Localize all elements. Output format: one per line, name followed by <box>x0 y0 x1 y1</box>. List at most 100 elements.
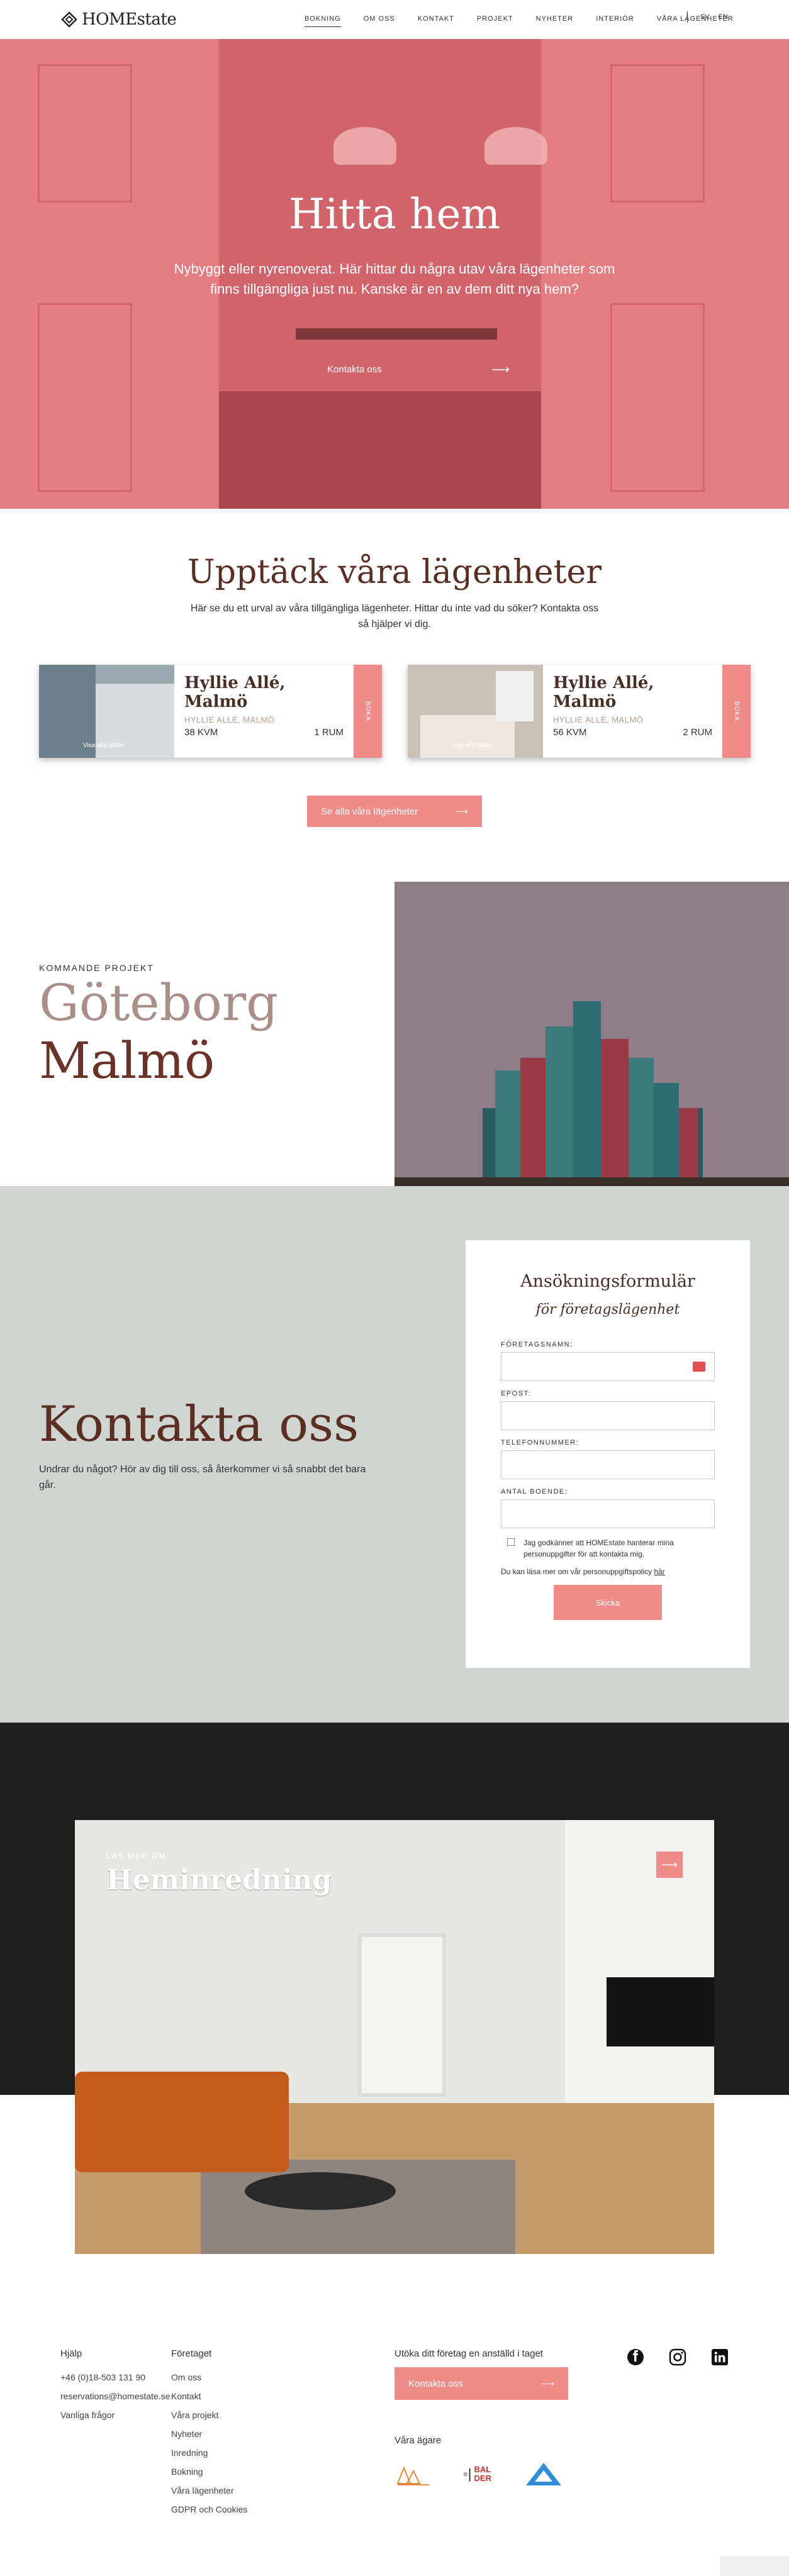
language-divider <box>687 11 688 23</box>
pendant-lamp-right <box>484 127 547 165</box>
lang-en[interactable]: EN <box>719 13 728 21</box>
policy-link[interactable]: här <box>654 1567 664 1576</box>
hero-section: Hitta hem Nybyggt eller nyrenoverat. Här… <box>0 39 789 509</box>
hero-floor <box>219 391 541 509</box>
residents-field[interactable] <box>501 1499 715 1528</box>
logo[interactable]: HOMEstate <box>60 10 177 29</box>
menu-item-projekt[interactable]: PROJEKT <box>477 15 513 27</box>
lang-sv[interactable]: SV <box>700 13 710 21</box>
form-title: Ansökningsformulär <box>520 1272 695 1291</box>
see-all-apartments-button[interactable]: Se alla våra lägenheter ⟶ <box>307 796 482 827</box>
footer-link-lagenheter[interactable]: Våra lägenheter <box>171 2485 234 2496</box>
card-rooms: 1 RUM <box>314 727 344 738</box>
footer-link-projekt[interactable]: Våra projekt <box>171 2410 218 2420</box>
residents-label: ANTAL BOENDE: <box>501 1488 568 1496</box>
arrow-right-icon: ⟶ <box>454 806 468 817</box>
footer-link-inredning[interactable]: Inredning <box>171 2448 208 2458</box>
footer-link-gdpr[interactable]: GDPR och Cookies <box>171 2504 247 2514</box>
application-form: Ansökningsformulär för företagslägenhet … <box>466 1240 750 1668</box>
facebook-icon[interactable] <box>627 2348 644 2366</box>
pendant-lamp-left <box>333 127 396 165</box>
company-name-label: FÖRETAGSNAMN: <box>501 1341 573 1348</box>
interior-arrow-button[interactable]: ⟶ <box>656 1852 683 1878</box>
hero-door-left <box>38 64 132 203</box>
footer-link-om-oss[interactable]: Om oss <box>171 2372 201 2382</box>
footer-phone-link[interactable]: +46 (0)18-503 131 90 <box>60 2372 145 2382</box>
footer-contact-label: Kontakta oss <box>408 2378 463 2389</box>
footer-contact-button[interactable]: Kontakta oss ⟶ <box>394 2367 568 2400</box>
consent-checkbox[interactable] <box>507 1538 515 1546</box>
interior-kicker: LÄS MER OM <box>106 1852 167 1860</box>
consent-text: Jag godkänner att HOMEstate hanterar min… <box>523 1538 674 1558</box>
phone-field[interactable] <box>501 1450 715 1479</box>
footer-link-bokning[interactable]: Bokning <box>171 2467 203 2477</box>
book-tab[interactable]: BOKA <box>354 665 382 758</box>
menu-item-nyheter[interactable]: NYHETER <box>536 15 574 27</box>
apartment-card[interactable]: Visa alla bilder Hyllie Allé, Malmö HYLL… <box>39 665 382 758</box>
interior-sofa <box>75 2072 289 2172</box>
menu-item-om-oss[interactable]: OM OSS <box>364 15 395 27</box>
arrow-right-icon: ⟶ <box>540 2379 554 2389</box>
owner-logo-2[interactable]: ◦| BAL DER <box>463 2462 501 2487</box>
logo-text: HOMEstate <box>82 10 177 29</box>
project-city-goteborg[interactable]: Göteborg <box>39 974 278 1032</box>
footer-link-nyheter[interactable]: Nyheter <box>171 2429 202 2439</box>
card-title: Hyllie Allé, Malmö <box>553 674 654 711</box>
owner-logo-1[interactable] <box>394 2462 432 2487</box>
card-size: 38 KVM <box>184 727 218 738</box>
building-illustration <box>394 882 789 1186</box>
contact-title: Kontakta oss <box>39 1396 359 1453</box>
hero-door-right <box>610 64 705 203</box>
project-city-malmo[interactable]: Malmö <box>39 1031 215 1090</box>
card-body: Hyllie Allé, Malmö HYLLIE ALLÉ, MALMÖ 38… <box>174 665 354 758</box>
menu-item-kontakt[interactable]: KONTAKT <box>418 15 454 27</box>
interior-title[interactable]: Heminredning <box>106 1864 332 1896</box>
submit-button[interactable]: Skicka <box>554 1585 662 1620</box>
instagram-icon[interactable] <box>669 2348 686 2366</box>
recaptcha-badge[interactable] <box>720 2556 789 2576</box>
interior-window <box>358 1933 446 2097</box>
menu-item-bokning[interactable]: BOKNING <box>305 15 341 27</box>
see-all-label: Se alla våra lägenheter <box>321 806 418 817</box>
hero-title: Hitta hem <box>288 190 501 238</box>
discover-subtitle: Här se du ett urval av våra tillgängliga… <box>190 603 599 630</box>
card-rooms: 2 RUM <box>683 727 712 738</box>
language-switcher: SV EN <box>687 11 728 23</box>
apartment-card[interactable]: Visa alla bilder Hyllie Allé, Malmö HYLL… <box>408 665 751 758</box>
footer-faq-link[interactable]: Vanliga frågor <box>60 2410 115 2420</box>
hero-contact-button[interactable]: Kontakta oss ⟶ <box>327 357 510 382</box>
photo-window <box>496 671 534 721</box>
hero-subtitle: Nybyggt eller nyrenoverat. Här hittar du… <box>174 261 615 297</box>
footer-help-title: Hjälp <box>60 2348 82 2359</box>
photo-bed <box>420 715 515 758</box>
card-title: Hyllie Allé, Malmö <box>184 674 286 711</box>
form-subtitle: för företagslägenhet <box>535 1302 680 1318</box>
footer-cta-title: Utöka ditt företag en anställd i taget <box>394 2348 543 2359</box>
card-body: Hyllie Allé, Malmö HYLLIE ALLÉ, MALMÖ 56… <box>543 665 722 758</box>
footer-link-kontakt[interactable]: Kontakt <box>171 2391 201 2401</box>
hero-door-left-lower <box>38 303 132 492</box>
top-navigation: HOMEstate BOKNING OM OSS KONTAKT PROJEKT… <box>0 0 789 39</box>
company-name-field[interactable] <box>501 1352 715 1381</box>
owner-logo-3[interactable] <box>525 2462 562 2487</box>
email-field[interactable] <box>501 1401 715 1430</box>
hero-door-right-lower <box>610 303 705 492</box>
footer-email-link[interactable]: reservations@homestate.se <box>60 2391 171 2401</box>
interior-wall <box>566 1820 714 2122</box>
hero-contact-label: Kontakta oss <box>327 364 382 375</box>
autofill-icon[interactable] <box>693 1362 705 1372</box>
projects-label: KOMMANDE PROJEKT <box>39 963 154 973</box>
card-gallery-tag: Visa alla bilder <box>452 742 493 749</box>
diamond-logo-icon <box>61 11 77 28</box>
interior-feature[interactable]: LÄS MER OM Heminredning ⟶ <box>75 1820 714 2254</box>
interior-tv <box>607 1977 714 2046</box>
policy-text: Du kan läsa mer om vår personuppgiftspol… <box>501 1567 665 1576</box>
linkedin-icon[interactable] <box>711 2348 729 2366</box>
arrow-right-icon: ⟶ <box>491 362 510 377</box>
book-tab[interactable]: BOKA <box>722 665 751 758</box>
apartment-photo[interactable]: Visa alla bilder <box>408 665 543 758</box>
apartment-photo[interactable]: Visa alla bilder <box>39 665 174 758</box>
menu-item-interior[interactable]: INTERIÖR <box>596 15 634 27</box>
consent-row: Jag godkänner att HOMEstate hanterar min… <box>507 1537 721 1560</box>
footer-company-title: Företaget <box>171 2348 212 2359</box>
